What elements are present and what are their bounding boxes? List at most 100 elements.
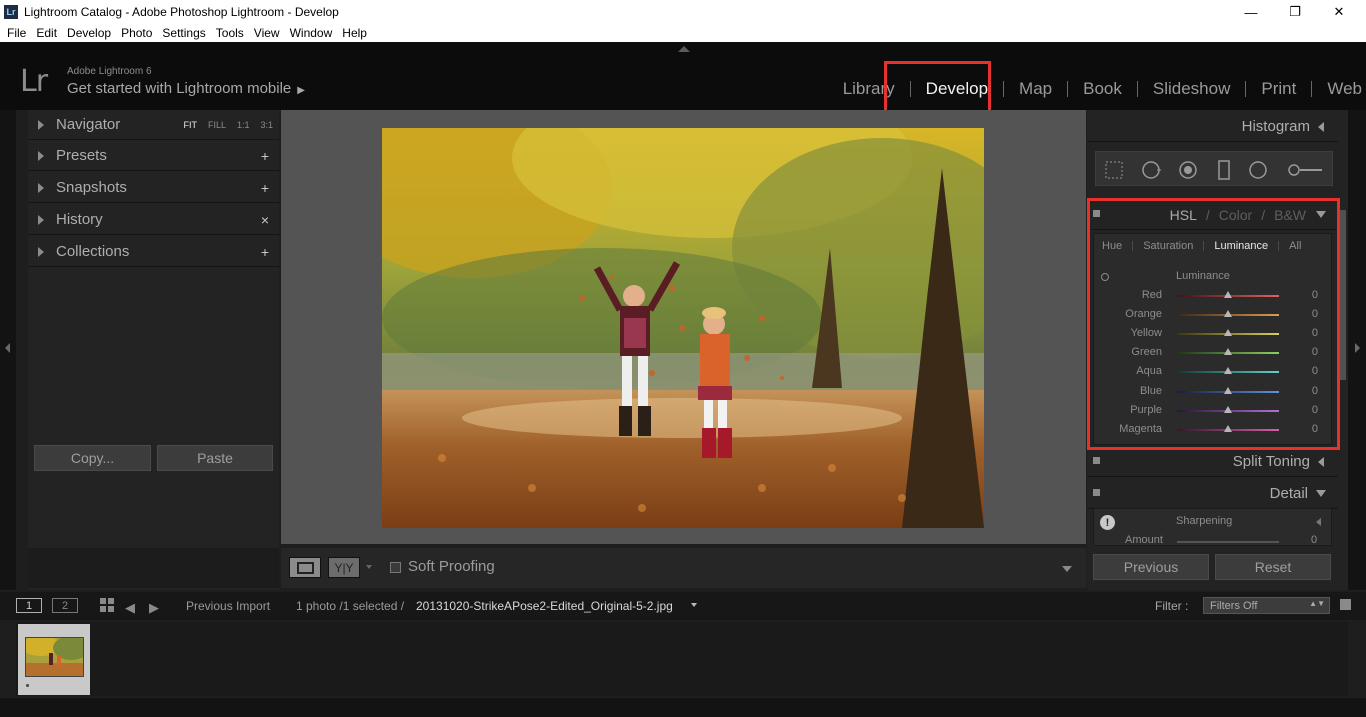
- histogram-label: Histogram: [1241, 118, 1310, 135]
- menu-develop[interactable]: Develop: [67, 26, 111, 40]
- before-after-view-button[interactable]: Y|Y: [328, 557, 360, 578]
- amount-value: 0: [1311, 534, 1318, 546]
- panel-switch-icon[interactable]: [1093, 457, 1100, 464]
- lightroom-mobile-link[interactable]: Get started with Lightroom mobile ▶: [67, 80, 305, 97]
- filmstrip: [16, 622, 1348, 696]
- menu-edit[interactable]: Edit: [36, 26, 57, 40]
- module-book[interactable]: Book: [1068, 79, 1137, 99]
- select-arrows-icon: ▲▼: [1309, 599, 1325, 608]
- histogram-header[interactable]: Histogram: [1087, 112, 1338, 142]
- collections-label: Collections: [56, 243, 130, 260]
- minimize-button[interactable]: —: [1228, 0, 1274, 24]
- sharpening-title: Sharpening: [1176, 515, 1233, 527]
- develop-highlight-box: [884, 61, 991, 113]
- menu-window[interactable]: Window: [290, 26, 333, 40]
- grid-view-icon[interactable]: [100, 598, 115, 613]
- graduated-filter-icon[interactable]: [1214, 160, 1234, 180]
- zoom-1-1[interactable]: 1:1: [237, 120, 250, 130]
- thumbnail-badge: [26, 684, 29, 687]
- filter-value: Filters Off: [1210, 599, 1258, 612]
- zoom-3-1[interactable]: 3:1: [260, 120, 273, 130]
- maximize-button[interactable]: ❐: [1272, 0, 1318, 24]
- zoom-fill[interactable]: FILL: [208, 120, 226, 130]
- filter-lock-icon[interactable]: [1340, 599, 1351, 610]
- back-arrow-icon[interactable]: ◀: [125, 600, 135, 616]
- expand-triangle-icon: [38, 119, 44, 130]
- mobile-text: Get started with Lightroom mobile: [67, 80, 292, 97]
- presets-header[interactable]: Presets +: [28, 141, 279, 171]
- develop-toolbar: [281, 548, 1086, 588]
- zoom-options: FIT FILL 1:1 3:1: [183, 120, 273, 130]
- radial-filter-icon[interactable]: [1248, 160, 1268, 180]
- menu-view[interactable]: View: [254, 26, 280, 40]
- module-print[interactable]: Print: [1246, 79, 1311, 99]
- lightroom-logo: Lr: [20, 64, 48, 99]
- left-panel-footer: [28, 548, 279, 588]
- menu-help[interactable]: Help: [342, 26, 367, 40]
- menu-photo[interactable]: Photo: [121, 26, 152, 40]
- zoom-fit[interactable]: FIT: [183, 120, 197, 130]
- expanded-triangle-icon: [1316, 490, 1326, 497]
- add-collection-icon[interactable]: +: [261, 244, 269, 260]
- expand-triangle-icon: [38, 182, 44, 193]
- histogram-tool-strip: [1095, 151, 1333, 186]
- collapse-left-triangle-icon: [1318, 456, 1324, 467]
- split-toning-header[interactable]: Split Toning: [1087, 447, 1338, 477]
- crop-overlay-icon[interactable]: [1104, 160, 1124, 180]
- expand-triangle-icon: [38, 150, 44, 161]
- red-eye-icon[interactable]: [1178, 160, 1198, 180]
- module-web[interactable]: Web: [1312, 79, 1366, 99]
- module-slideshow[interactable]: Slideshow: [1138, 79, 1246, 99]
- add-preset-icon[interactable]: +: [261, 148, 269, 164]
- loupe-view-button[interactable]: [289, 557, 321, 578]
- spot-removal-icon[interactable]: [1141, 160, 1161, 180]
- warning-icon[interactable]: !: [1100, 515, 1115, 530]
- lightroom-app-icon: Lr: [4, 5, 18, 19]
- collapse-right-panel-icon[interactable]: [1355, 343, 1360, 353]
- collections-header[interactable]: Collections +: [28, 237, 279, 267]
- right-panel-scrollbar[interactable]: [1340, 210, 1346, 380]
- thumbnail-image: [26, 638, 83, 676]
- snapshots-header[interactable]: Snapshots +: [28, 173, 279, 203]
- toolbar-content-dropdown-icon[interactable]: [1062, 566, 1072, 572]
- module-map[interactable]: Map: [1004, 79, 1067, 99]
- detail-header[interactable]: Detail: [1087, 479, 1338, 509]
- before-after-dropdown-icon[interactable]: [366, 565, 372, 569]
- sharpening-collapse-icon[interactable]: [1316, 518, 1321, 526]
- menu-settings[interactable]: Settings: [162, 26, 205, 40]
- navigator-header[interactable]: Navigator FIT FILL 1:1 3:1: [28, 110, 279, 140]
- copy-button[interactable]: Copy...: [34, 445, 151, 471]
- menu-tools[interactable]: Tools: [216, 26, 244, 40]
- primary-window-button[interactable]: 1: [16, 598, 42, 613]
- amount-label: Amount: [1125, 534, 1163, 546]
- reset-button[interactable]: Reset: [1215, 554, 1331, 580]
- menu-bar: File Edit Develop Photo Settings Tools V…: [0, 24, 1366, 42]
- menu-file[interactable]: File: [7, 26, 26, 40]
- amount-slider[interactable]: [1177, 541, 1279, 543]
- loupe-icon: [297, 562, 314, 574]
- secondary-window-button[interactable]: 2: [52, 598, 78, 613]
- detail-label: Detail: [1269, 485, 1308, 502]
- filmstrip-source[interactable]: Previous Import: [186, 599, 270, 613]
- close-button[interactable]: ✕: [1316, 0, 1362, 24]
- paste-button[interactable]: Paste: [157, 445, 273, 471]
- filter-select[interactable]: Filters Off ▲▼: [1203, 597, 1330, 614]
- add-snapshot-icon[interactable]: +: [261, 180, 269, 196]
- main-photo[interactable]: [382, 128, 984, 528]
- previous-button[interactable]: Previous: [1093, 554, 1209, 580]
- photo-image: [382, 128, 984, 528]
- forward-arrow-icon[interactable]: ▶: [149, 600, 159, 616]
- expand-triangle-icon: [38, 214, 44, 225]
- selected-filename[interactable]: 20131020-StrikeAPose2-Edited_Original-5-…: [416, 599, 673, 613]
- collapse-left-panel-icon[interactable]: [5, 343, 10, 353]
- title-bar: Lr Lightroom Catalog - Adobe Photoshop L…: [0, 0, 1366, 24]
- adjustment-brush-icon[interactable]: [1286, 160, 1324, 180]
- panel-switch-icon[interactable]: [1093, 489, 1100, 496]
- clear-history-icon[interactable]: ×: [261, 212, 269, 228]
- filmstrip-thumbnail[interactable]: [25, 637, 84, 677]
- soft-proofing-checkbox[interactable]: [390, 562, 401, 573]
- filename-dropdown-icon[interactable]: [691, 603, 697, 607]
- collapse-top-panel-icon[interactable]: [678, 46, 690, 52]
- navigator-label: Navigator: [56, 116, 121, 133]
- history-header[interactable]: History ×: [28, 205, 279, 235]
